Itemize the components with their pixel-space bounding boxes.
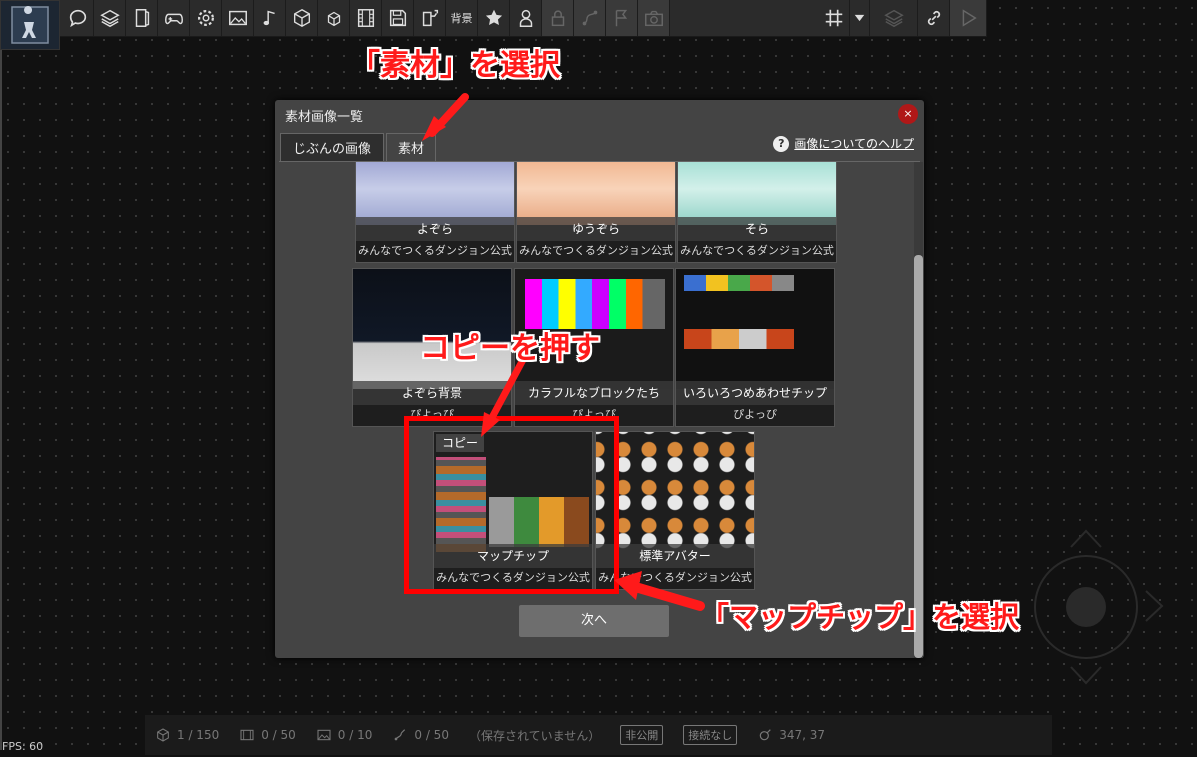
next-button[interactable]: 次へ (519, 605, 669, 637)
coordinates-value: 347, 37 (779, 728, 826, 742)
cursor-position-icon (759, 729, 771, 741)
fps-counter: FPS: 60 (2, 740, 44, 753)
annotation-press-copy: コピーを押す (420, 331, 600, 366)
image-count: 0 / 10 (316, 727, 373, 743)
visibility-badge[interactable]: 非公開 (620, 725, 664, 745)
help-link-text: 画像についてのヘルプ (794, 137, 914, 151)
play-icon[interactable] (950, 0, 987, 36)
material-card-yozora[interactable]: よぞら みんなでつくるダンジョン公式 (355, 162, 515, 263)
film-icon[interactable] (350, 0, 382, 36)
object-count: 1 / 150 (155, 727, 219, 743)
annotation-select-material: 「素材」を選択 (350, 48, 560, 83)
small-cube-icon[interactable] (318, 0, 350, 36)
layers-icon[interactable] (870, 0, 918, 36)
card-author: みんなでつくるダンジョン公式 (598, 571, 752, 584)
flag-icon[interactable] (606, 0, 638, 36)
card-thumbnail (517, 162, 675, 225)
coordinates: 347, 37 (757, 727, 825, 743)
sound-count-value: 0 / 50 (414, 728, 449, 742)
grid-icon[interactable] (818, 0, 850, 36)
card-author: みんなでつくるダンジョン公式 (680, 244, 834, 257)
star-icon[interactable] (478, 0, 510, 36)
scene-count-value: 0 / 50 (261, 728, 296, 742)
tab-my-images[interactable]: じぶんの画像 (280, 133, 384, 161)
person-icon[interactable] (510, 0, 542, 36)
left-border (0, 50, 2, 750)
material-card-standard-avatar[interactable]: 標準アバター みんなでつくるダンジョン公式 (595, 431, 755, 590)
sound-count: 0 / 50 (392, 727, 449, 743)
card-author: みんなでつくるダンジョン公式 (358, 244, 512, 257)
image-icon[interactable] (222, 0, 254, 36)
status-bar: 1 / 150 0 / 50 0 / 10 0 / 50 （保存されていません）… (145, 715, 1052, 755)
sound-icon (395, 729, 406, 741)
save-disk-icon[interactable] (382, 0, 414, 36)
dialog-title: 素材画像一覧 (285, 110, 364, 125)
save-status: （保存されていません） (468, 728, 601, 743)
card-name: 標準アバター (596, 544, 754, 568)
image-icon (317, 729, 331, 741)
help-icon: ? (773, 135, 790, 152)
lock-icon[interactable] (542, 0, 574, 36)
joystick-knob[interactable] (1066, 587, 1106, 627)
connection-badge[interactable]: 接続なし (683, 725, 738, 745)
mapchip-highlight-box (404, 416, 619, 594)
card-author: ぴよっぴ (733, 408, 777, 421)
gamepad-icon[interactable] (158, 0, 190, 36)
tab-materials[interactable]: 素材 (386, 133, 436, 161)
film-icon (240, 729, 254, 741)
material-card-yuuzora[interactable]: ゆうぞら みんなでつくるダンジョン公式 (516, 162, 676, 263)
help-link[interactable]: ? 画像についてのヘルプ (773, 135, 914, 152)
gear-icon[interactable] (190, 0, 222, 36)
cube-icon (157, 728, 169, 742)
material-card-sora[interactable]: そら みんなでつくるダンジョン公式 (677, 162, 837, 263)
link-icon[interactable] (918, 0, 950, 36)
logo-character-icon[interactable] (0, 0, 60, 50)
top-toolbar: 背景 (0, 0, 987, 37)
speech-bubble-icon[interactable] (62, 0, 94, 36)
card-name: カラフルなブロックたち (515, 381, 673, 405)
card-author: みんなでつくるダンジョン公式 (519, 244, 673, 257)
image-count-value: 0 / 10 (337, 728, 373, 742)
dropdown-arrow-icon[interactable] (850, 0, 870, 36)
scene-count: 0 / 50 (239, 727, 296, 743)
close-button[interactable]: × (898, 104, 918, 124)
card-thumbnail (356, 162, 514, 225)
card-thumbnail (676, 269, 834, 389)
card-name: よぞら背景 (353, 381, 511, 405)
cube-icon[interactable] (286, 0, 318, 36)
card-thumbnail (678, 162, 836, 225)
card-thumbnail (596, 432, 754, 552)
export-icon[interactable] (414, 0, 446, 36)
card-name: そら (678, 217, 836, 241)
card-name: よぞら (356, 217, 514, 241)
music-note-icon[interactable] (254, 0, 286, 36)
background-button[interactable]: 背景 (446, 0, 478, 36)
camera-icon[interactable] (638, 0, 670, 36)
route-icon[interactable] (574, 0, 606, 36)
object-count-value: 1 / 150 (177, 728, 220, 742)
card-name: いろいろつめあわせチップ (676, 381, 834, 405)
layers-stack-icon[interactable] (94, 0, 126, 36)
annotation-select-mapchip: 「マップチップ」を選択 (700, 600, 1020, 634)
material-card-assorted-chips[interactable]: いろいろつめあわせチップ ぴよっぴ (675, 268, 835, 427)
card-name: ゆうぞら (517, 217, 675, 241)
door-icon[interactable] (126, 0, 158, 36)
